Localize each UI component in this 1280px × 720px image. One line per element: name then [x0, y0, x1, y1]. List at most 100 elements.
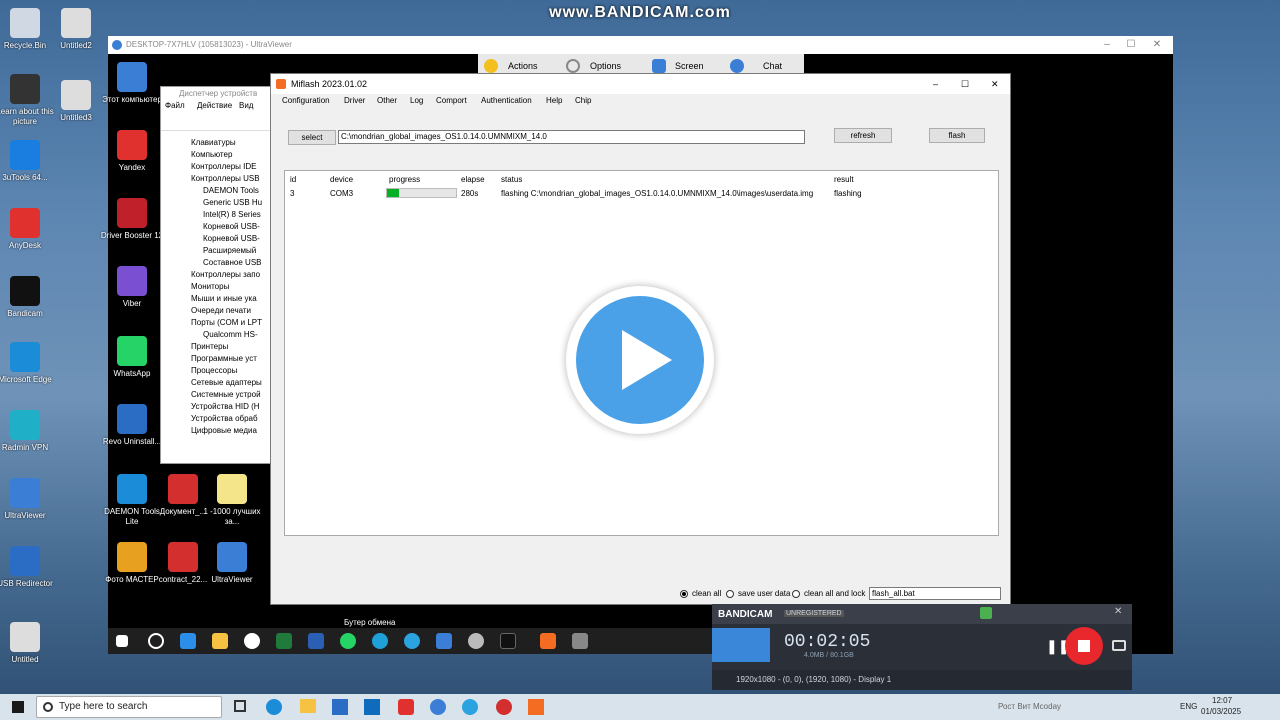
device-tree-item[interactable]: Принтеры — [161, 341, 273, 353]
col-elapse[interactable]: elapse — [461, 175, 485, 184]
remote-ultraviewer-icon[interactable] — [436, 633, 452, 649]
maximize-button[interactable]: ☐ — [1118, 36, 1144, 54]
remote-store-icon[interactable] — [180, 633, 196, 649]
remote-desktop-icon[interactable]: Revo Uninstall... — [97, 404, 167, 447]
col-device[interactable]: device — [330, 175, 353, 184]
device-tree-item[interactable]: Контроллеры USB — [161, 173, 273, 185]
col-id[interactable]: id — [290, 175, 296, 184]
device-tree-item[interactable]: DAEMON Tools — [161, 185, 273, 197]
menu-chip[interactable]: Chip — [575, 96, 591, 105]
menu-driver[interactable]: Driver — [344, 96, 365, 105]
device-tree-item[interactable]: Цифровые медиа — [161, 425, 273, 437]
actions-menu[interactable]: Actions — [508, 61, 538, 71]
clean-all-radio[interactable] — [680, 590, 688, 598]
device-tree-item[interactable]: Процессоры — [161, 365, 273, 377]
remote-yandex-icon[interactable] — [244, 633, 260, 649]
miflash-minimize-button[interactable]: – — [933, 74, 938, 94]
clock-date[interactable]: 01/03/2025 — [1201, 707, 1241, 716]
remote-folder-icon[interactable] — [212, 633, 228, 649]
search-box[interactable]: Type here to search — [36, 696, 222, 718]
remote-desktop-icon[interactable]: Driver Booster 12 — [97, 198, 167, 241]
camera-icon[interactable] — [1112, 640, 1126, 651]
start-icon[interactable] — [12, 701, 24, 713]
flash-button[interactable]: flash — [929, 128, 985, 143]
col-result[interactable]: result — [834, 175, 854, 184]
ultraviewer-task-icon[interactable] — [430, 699, 446, 715]
remote-settings-icon[interactable] — [468, 633, 484, 649]
device-tree-item[interactable]: Мыши и иные ука — [161, 293, 273, 305]
desktop-icon[interactable]: 3uTools 64... — [0, 140, 60, 183]
clean-all-lock-radio[interactable] — [792, 590, 800, 598]
language-indicator[interactable]: ENG — [1180, 702, 1197, 711]
image-path-input[interactable]: C:\mondrian_global_images_OS1.0.14.0.UMN… — [338, 130, 805, 144]
remote-excel-icon[interactable] — [276, 633, 292, 649]
remote-desktop-icon[interactable]: Этот компьютер — [97, 62, 167, 105]
desktop-icon[interactable]: Bandicam — [0, 276, 60, 319]
desktop-icon[interactable]: AnyDesk — [0, 208, 60, 251]
desktop-icon[interactable]: USB Redirector — [0, 546, 60, 589]
menu-authentication[interactable]: Authentication — [481, 96, 532, 105]
device-tree-item[interactable]: Составное USB — [161, 257, 273, 269]
stop-button[interactable] — [1065, 627, 1103, 665]
device-tree-item[interactable]: Контроллеры запо — [161, 269, 273, 281]
remote-desktop-icon[interactable]: Viber — [97, 266, 167, 309]
desktop-icon[interactable]: Microsoft Edge — [0, 342, 60, 385]
remote-telegram-icon[interactable] — [404, 633, 420, 649]
col-status[interactable]: status — [501, 175, 522, 184]
save-user-data-radio[interactable] — [726, 590, 734, 598]
screen-mode-button[interactable] — [712, 628, 770, 662]
miflash-close-button[interactable]: ✕ — [991, 74, 999, 94]
device-tree-item[interactable]: Компьютер — [161, 149, 273, 161]
device-tree-item[interactable]: Мониторы — [161, 281, 273, 293]
options-menu[interactable]: Options — [590, 61, 621, 71]
menu-configuration[interactable]: Configuration — [282, 96, 330, 105]
remote-miflash-icon[interactable] — [540, 633, 556, 649]
device-tree-item[interactable]: Intel(R) 8 Series — [161, 209, 273, 221]
remote-edge-icon[interactable] — [372, 633, 388, 649]
video-play-button[interactable] — [566, 286, 714, 434]
col-progress[interactable]: progress — [389, 175, 420, 184]
device-tree-item[interactable]: Очереди печати — [161, 305, 273, 317]
remote-word-icon[interactable] — [308, 633, 324, 649]
select-button[interactable]: select — [288, 130, 336, 145]
dm-menu-view[interactable]: Вид — [239, 101, 253, 110]
remote-mi-icon[interactable] — [500, 633, 516, 649]
file-explorer-icon[interactable] — [300, 699, 316, 713]
device-tree-item[interactable]: Расширяемый — [161, 245, 273, 257]
refresh-button[interactable]: refresh — [834, 128, 892, 143]
device-tree-item[interactable]: Программные уст — [161, 353, 273, 365]
device-tree-item[interactable]: Generic USB Hu — [161, 197, 273, 209]
clock-time[interactable]: 12:07 — [1212, 696, 1232, 705]
device-tree-item[interactable]: Контроллеры IDE — [161, 161, 273, 173]
device-tree-item[interactable]: Системные устрой — [161, 389, 273, 401]
desktop-icon[interactable]: Untitled — [0, 622, 60, 665]
remote-tool-icon[interactable] — [572, 633, 588, 649]
dm-menu-action[interactable]: Действие — [197, 101, 232, 110]
miflash-maximize-button[interactable]: ☐ — [961, 74, 969, 94]
task-view-icon[interactable] — [234, 700, 246, 712]
device-tree-item[interactable]: Клавиатуры — [161, 137, 273, 149]
menu-comport[interactable]: Comport — [436, 96, 467, 105]
edge-icon[interactable] — [266, 699, 282, 715]
device-tree-item[interactable]: Порты (COM и LPT — [161, 317, 273, 329]
outlook-icon[interactable] — [364, 699, 380, 715]
screen-menu[interactable]: Screen — [675, 61, 704, 71]
desktop-icon[interactable]: Untitled2 — [41, 8, 111, 51]
menu-log[interactable]: Log — [410, 96, 423, 105]
store-icon[interactable] — [332, 699, 348, 715]
close-button[interactable]: ✕ — [1144, 36, 1170, 54]
device-tree-item[interactable]: Qualcomm HS- — [161, 329, 273, 341]
remote-desktop-icon[interactable]: WhatsApp — [97, 336, 167, 379]
remote-desktop-icon[interactable]: UltraViewer — [197, 542, 267, 585]
remote-desktop-icon[interactable]: Yandex — [97, 130, 167, 173]
device-tree-item[interactable]: Сетевые адаптеры — [161, 377, 273, 389]
dm-menu-file[interactable]: Файл — [165, 101, 185, 110]
bandicam-close-icon[interactable]: ✕ — [1114, 606, 1122, 617]
desktop-icon[interactable]: UltraViewer — [0, 478, 60, 521]
desktop-icon[interactable]: Radmin VPN — [0, 410, 60, 453]
lock-icon[interactable] — [980, 607, 992, 619]
remote-start-icon[interactable] — [116, 635, 128, 647]
miflash-task-icon[interactable] — [528, 699, 544, 715]
bandicam-task-icon[interactable] — [496, 699, 512, 715]
telegram-icon[interactable] — [462, 699, 478, 715]
